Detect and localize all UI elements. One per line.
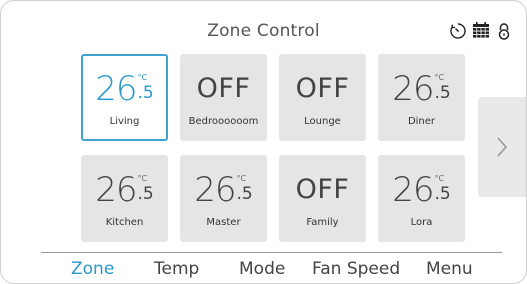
zone-temperature-decimal: .5: [434, 184, 451, 204]
zone-tile[interactable]: OFF Lounge: [279, 54, 366, 141]
zone-temperature-decimal: .5: [137, 184, 154, 204]
zone-value: 26 °C .5: [81, 171, 168, 209]
zone-tile[interactable]: 26 °C .5 Diner: [378, 54, 465, 141]
bottom-nav: Zone Temp Mode Fan Speed Menu: [1, 259, 526, 283]
nav-mode[interactable]: Mode: [239, 259, 285, 279]
nav-divider: [41, 252, 502, 253]
zone-value: OFF: [180, 70, 267, 108]
zone-temperature-fraction: °C .5: [138, 171, 154, 203]
zone-value: 26 °C .5: [378, 70, 465, 108]
zone-tile[interactable]: OFF Family: [279, 155, 366, 242]
timer-icon[interactable]: [448, 21, 468, 41]
zone-temperature-fraction: °C .5: [435, 171, 451, 203]
zone-value: 26 °C .5: [180, 171, 267, 209]
zone-temperature-decimal: .5: [137, 83, 154, 103]
zone-grid: 26 °C .5 Living OFF Bedroooooom OFF Lounge 26 °C.…: [81, 54, 465, 242]
nav-menu[interactable]: Menu: [426, 259, 473, 279]
device-screen: Zone Control 26 °C .5 Living OFF Bedrooo…: [0, 0, 527, 284]
zone-temperature-fraction: °C .5: [138, 70, 154, 102]
zone-tile[interactable]: 26 °C .5 Master: [180, 155, 267, 242]
status-icons: [448, 21, 514, 41]
zone-temperature-fraction: °C .5: [435, 70, 451, 102]
nav-fan-speed[interactable]: Fan Speed: [312, 259, 400, 279]
zone-temperature-integer: 26: [194, 170, 236, 210]
zone-temperature-fraction: °C .5: [237, 171, 253, 203]
zone-value: OFF: [279, 171, 366, 209]
zone-temperature-integer: 26: [392, 69, 434, 109]
zone-off-status: OFF: [196, 73, 251, 104]
zone-name: Living: [109, 116, 140, 127]
zone-tile[interactable]: 26 °C .5 Living: [81, 54, 168, 141]
zone-tile[interactable]: 26 °C .5 Lora: [378, 155, 465, 242]
lock-icon[interactable]: [494, 21, 514, 41]
zone-name: Kitchen: [105, 217, 144, 228]
nav-temp[interactable]: Temp: [154, 259, 199, 279]
zone-name: Family: [306, 217, 339, 228]
zone-off-status: OFF: [295, 73, 350, 104]
zone-value: 26 °C .5: [378, 171, 465, 209]
zone-temperature-integer: 26: [392, 170, 434, 210]
chevron-right-icon: [497, 137, 508, 157]
zone-name: Bedroooooom: [188, 116, 259, 127]
calendar-icon[interactable]: [471, 21, 491, 41]
zone-off-status: OFF: [295, 174, 350, 205]
zone-temperature-integer: 26: [95, 69, 137, 109]
zone-name: Master: [206, 217, 241, 228]
zone-name: Diner: [407, 116, 436, 127]
zone-name: Lora: [410, 217, 433, 228]
zone-value: OFF: [279, 70, 366, 108]
zone-temperature-integer: 26: [95, 170, 137, 210]
nav-zone[interactable]: Zone: [71, 259, 114, 279]
zone-temperature-decimal: .5: [236, 184, 253, 204]
zone-temperature-decimal: .5: [434, 83, 451, 103]
zone-value: 26 °C .5: [83, 70, 166, 108]
zone-tile[interactable]: 26 °C .5 Kitchen: [81, 155, 168, 242]
zone-tile[interactable]: OFF Bedroooooom: [180, 54, 267, 141]
zone-name: Lounge: [304, 116, 341, 127]
next-page-button[interactable]: [478, 97, 526, 197]
